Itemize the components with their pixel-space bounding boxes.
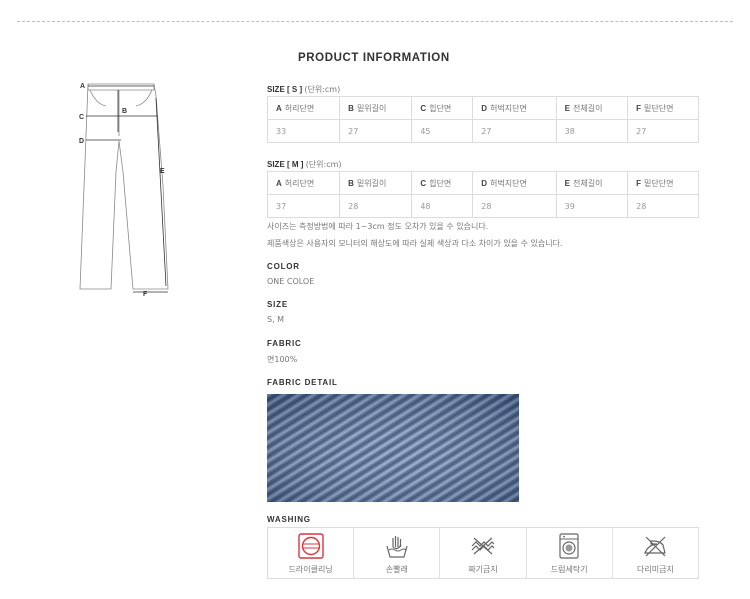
table-cell: 38 [555, 119, 629, 143]
table-header-cell: C 힙단면 [411, 96, 474, 120]
wash-item-dry-cleaning: 드라이클리닝 [268, 528, 355, 578]
diagram-label-e: E [160, 168, 165, 175]
page-title: PRODUCT INFORMATION [298, 52, 450, 64]
diagram-label-a: A [80, 83, 85, 90]
size-s-table: A 허리단면 B 밑위길이 C 힙단면 D 허벅지단면 E 전체길이 F 밑단단면 33 2… [266, 96, 699, 143]
table-header-cell: D 허벅지단면 [472, 96, 557, 120]
table-header-row: A 허리단면 B 밑위길이 C 힙단면 D 허벅지단면 E 전체길이 F 밑단단면 [266, 96, 699, 120]
fabric-swatch-image [267, 394, 519, 502]
table-header-cell: B 밑위길이 [339, 171, 413, 195]
table-header-cell: C 힙단면 [411, 171, 474, 195]
washing-icons: 드라이클리닝 손빨래 짜기금지 드럼세탁기 다리미금지 [267, 527, 699, 579]
table-cell: 48 [411, 194, 474, 218]
table-header-cell: A 허리단면 [266, 171, 341, 195]
table-cell: 28 [472, 194, 557, 218]
table-cell: 27 [472, 119, 557, 143]
table-cell: 45 [411, 119, 474, 143]
table-header-row: A 허리단면 B 밑위길이 C 힙단면 D 허벅지단면 E 전체길이 F 밑단단면 [266, 171, 699, 195]
fabric-detail-title: FABRIC DETAIL [267, 378, 338, 387]
table-cell: 28 [627, 194, 699, 218]
size-title: SIZE [267, 300, 288, 309]
size-m-label: SIZE [ M ] (단위:cm) [267, 160, 342, 169]
table-header-cell: B 밑위길이 [339, 96, 413, 120]
no-wring-icon [471, 537, 495, 555]
size-s-label: SIZE [ S ] (단위:cm) [267, 85, 341, 94]
table-cell: 37 [266, 194, 341, 218]
wash-item-hand-wash: 손빨래 [354, 528, 441, 578]
table-header-cell: F 밑단단면 [627, 171, 699, 195]
washing-title: WASHING [267, 515, 311, 524]
size-note: 사이즈는 측정방법에 따라 1~3cm 정도 오차가 있을 수 있습니다. [267, 222, 489, 231]
color-title: COLOR [267, 262, 300, 271]
diagram-label-f: F [143, 291, 148, 298]
size-m-table: A 허리단면 B 밑위길이 C 힙단면 D 허벅지단면 E 전체길이 F 밑단단면 37 2… [266, 171, 699, 218]
size-value: S, M [267, 315, 285, 324]
table-cell: 27 [627, 119, 699, 143]
diagram-label-b: B [122, 108, 127, 115]
table-header-cell: E 전체길이 [555, 171, 629, 195]
pants-measurement-diagram: A B C D E F [79, 83, 169, 298]
fabric-value: 면100% [267, 355, 298, 364]
top-divider [17, 21, 733, 22]
table-header-cell: D 허벅지단면 [472, 171, 557, 195]
wash-item-no-wring: 짜기금지 [440, 528, 527, 578]
table-header-cell: E 전체길이 [555, 96, 629, 120]
wash-item-drum-washer: 드럼세탁기 [527, 528, 613, 578]
table-cell: 27 [339, 119, 413, 143]
fabric-title: FABRIC [267, 339, 302, 348]
table-row: 37 28 48 28 39 28 [266, 194, 699, 218]
drum-washer-icon [559, 533, 579, 559]
diagram-label-c: C [79, 114, 84, 121]
table-cell: 28 [339, 194, 413, 218]
dry-cleaning-icon [297, 533, 324, 559]
hand-wash-icon [386, 536, 408, 558]
table-header-cell: A 허리단면 [266, 96, 341, 120]
color-note: 제품색상은 사용자의 모니터의 해상도에 따라 실제 색상과 다소 차이가 있을… [267, 239, 563, 248]
table-header-cell: F 밑단단면 [627, 96, 699, 120]
table-cell: 33 [266, 119, 341, 143]
table-cell: 39 [555, 194, 629, 218]
wash-item-no-iron: 다리미금지 [613, 528, 698, 578]
table-row: 33 27 45 27 38 27 [266, 119, 699, 143]
diagram-label-d: D [79, 138, 84, 145]
no-iron-icon [644, 536, 667, 557]
color-value: ONE COLOE [267, 277, 315, 286]
